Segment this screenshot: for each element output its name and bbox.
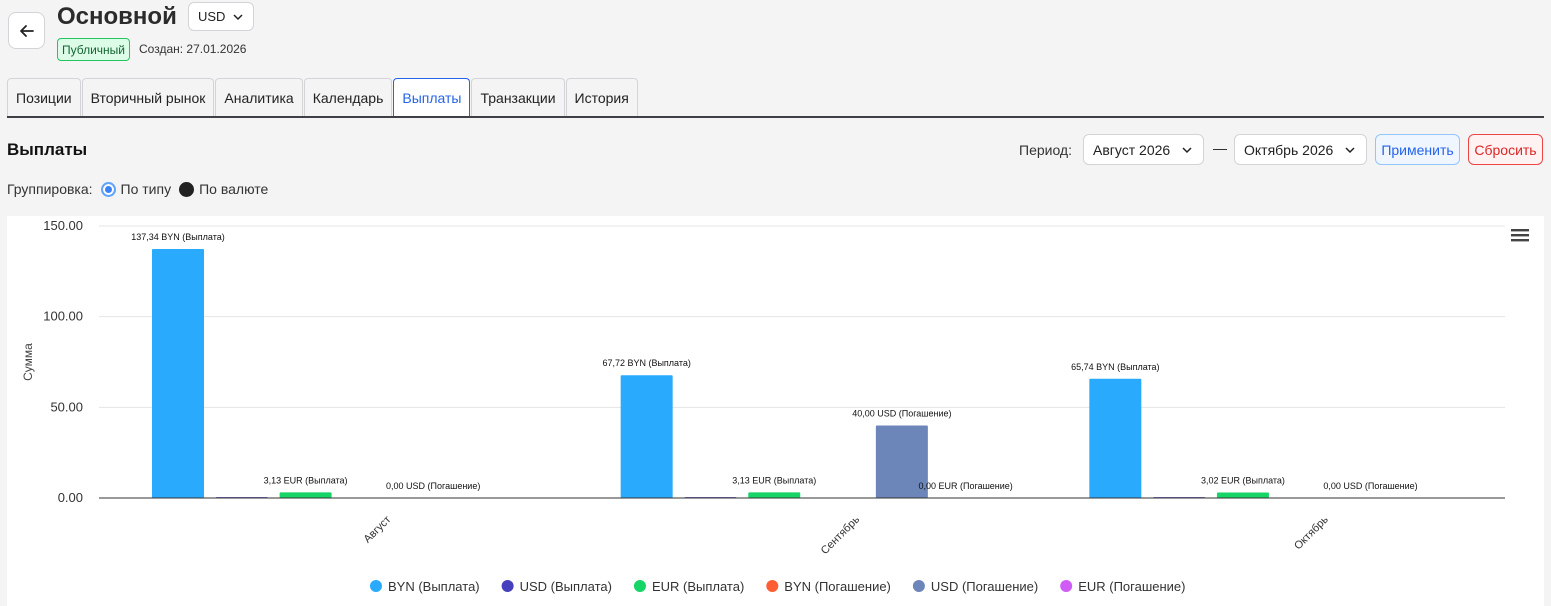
apply-button[interactable]: Применить [1375,134,1460,165]
tab-calendar[interactable]: Календарь [303,78,393,117]
period-from-value: Август 2026 [1093,141,1171,158]
radio-checked-icon [100,181,116,197]
radio-by-currency[interactable]: По валюте [179,181,268,197]
chevron-down-icon [1182,146,1192,153]
tab-transactions[interactable]: Транзакции [471,78,565,117]
tab-bar: Позиции Вторичный рынок Аналитика Календ… [7,78,639,117]
section-title: Выплаты [7,140,88,159]
radio-by-currency-label: По валюте [199,181,269,197]
tab-secondary-market[interactable]: Вторичный рынок [81,78,215,117]
period-dash: — [1213,140,1227,156]
grouping-control: Группировка: По типу По валюте [7,181,268,197]
chart-container [7,216,1544,606]
page-title: Основной [57,3,177,30]
grouping-label: Группировка: [7,181,93,197]
created-date: Создан: 27.01.2026 [139,42,247,56]
radio-unchecked-icon [179,181,195,197]
back-button[interactable] [8,12,45,49]
currency-value: USD [198,9,226,24]
tab-analytics[interactable]: Аналитика [215,78,303,117]
radio-by-type[interactable]: По типу [100,181,172,197]
period-from-select[interactable]: Август 2026 [1083,134,1204,165]
arrow-left-icon [19,24,34,37]
currency-select[interactable]: USD [188,2,254,31]
chart-menu-icon[interactable] [1511,228,1529,247]
reset-button[interactable]: Сбросить [1468,134,1543,165]
tab-history[interactable]: История [565,78,638,117]
period-label: Период: [1019,142,1072,158]
tab-positions[interactable]: Позиции [7,78,81,117]
radio-by-type-label: По типу [120,181,172,197]
chevron-down-icon [233,13,243,20]
tab-payouts[interactable]: Выплаты [393,78,471,117]
period-to-select[interactable]: Октябрь 2026 [1234,134,1367,165]
tabs-divider [7,116,1544,118]
status-badge: Публичный [57,38,131,61]
chevron-down-icon [1345,146,1355,153]
period-to-value: Октябрь 2026 [1244,141,1334,158]
